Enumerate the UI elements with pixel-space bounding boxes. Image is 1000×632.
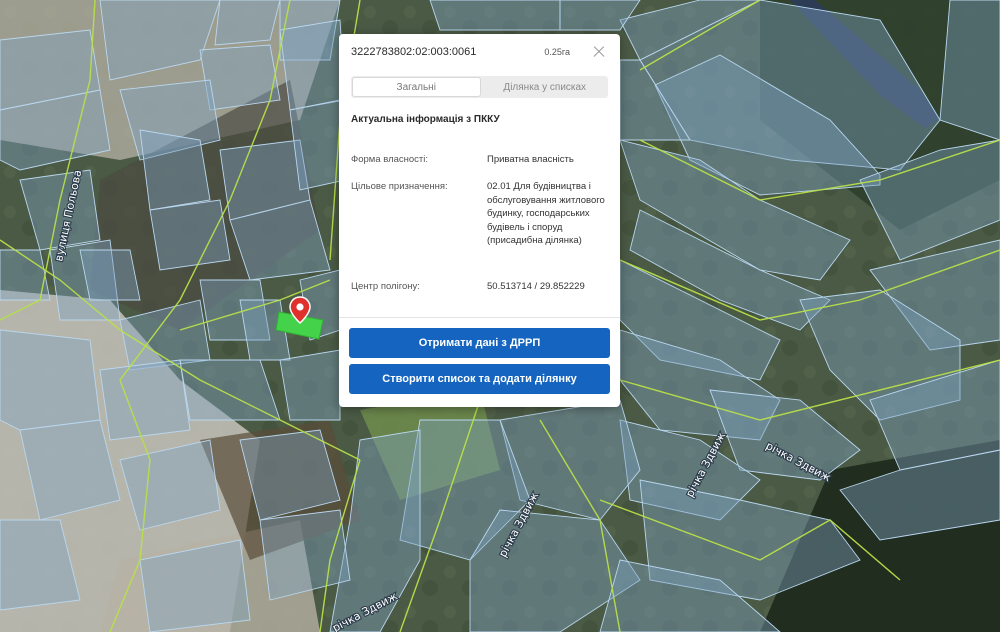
divider [339,317,620,318]
cadastral-number: 3222783802:02:003:0061 [351,46,477,58]
road-label: річка Здвиж [330,590,399,632]
road-label: річка Здвиж [496,490,541,559]
get-drrp-data-button[interactable]: Отримати дані з ДРРП [349,328,610,358]
popup-tabs: Загальні Ділянка у списках [351,76,608,98]
popup-header: 3222783802:02:003:0061 0.25га [351,44,608,64]
create-list-button[interactable]: Створити список та додати ділянку [349,364,610,394]
info-key: Цільове призначення: [351,181,448,192]
tab-parcel-in-lists[interactable]: Ділянка у списках [482,76,609,98]
tab-general[interactable]: Загальні [352,77,481,97]
parcel-info-popup: 3222783802:02:003:0061 0.25га Загальні Д… [339,34,620,407]
road-label: річка Здвиж [683,430,728,499]
road-label: вулиця Польова [52,169,84,263]
info-key: Центр полігону: [351,281,420,292]
road-label: річка Здвиж [764,439,833,484]
info-value: Приватна власність [487,154,574,165]
close-icon[interactable] [590,43,608,61]
section-title: Актуальна інформація з ПККУ [351,114,500,125]
info-value: 02.01 Для будівництва і обслуговування ж… [487,181,605,246]
parcel-area: 0.25га [544,47,570,57]
info-value: 50.513714 / 29.852229 [487,281,585,292]
info-key: Форма власності: [351,154,429,165]
